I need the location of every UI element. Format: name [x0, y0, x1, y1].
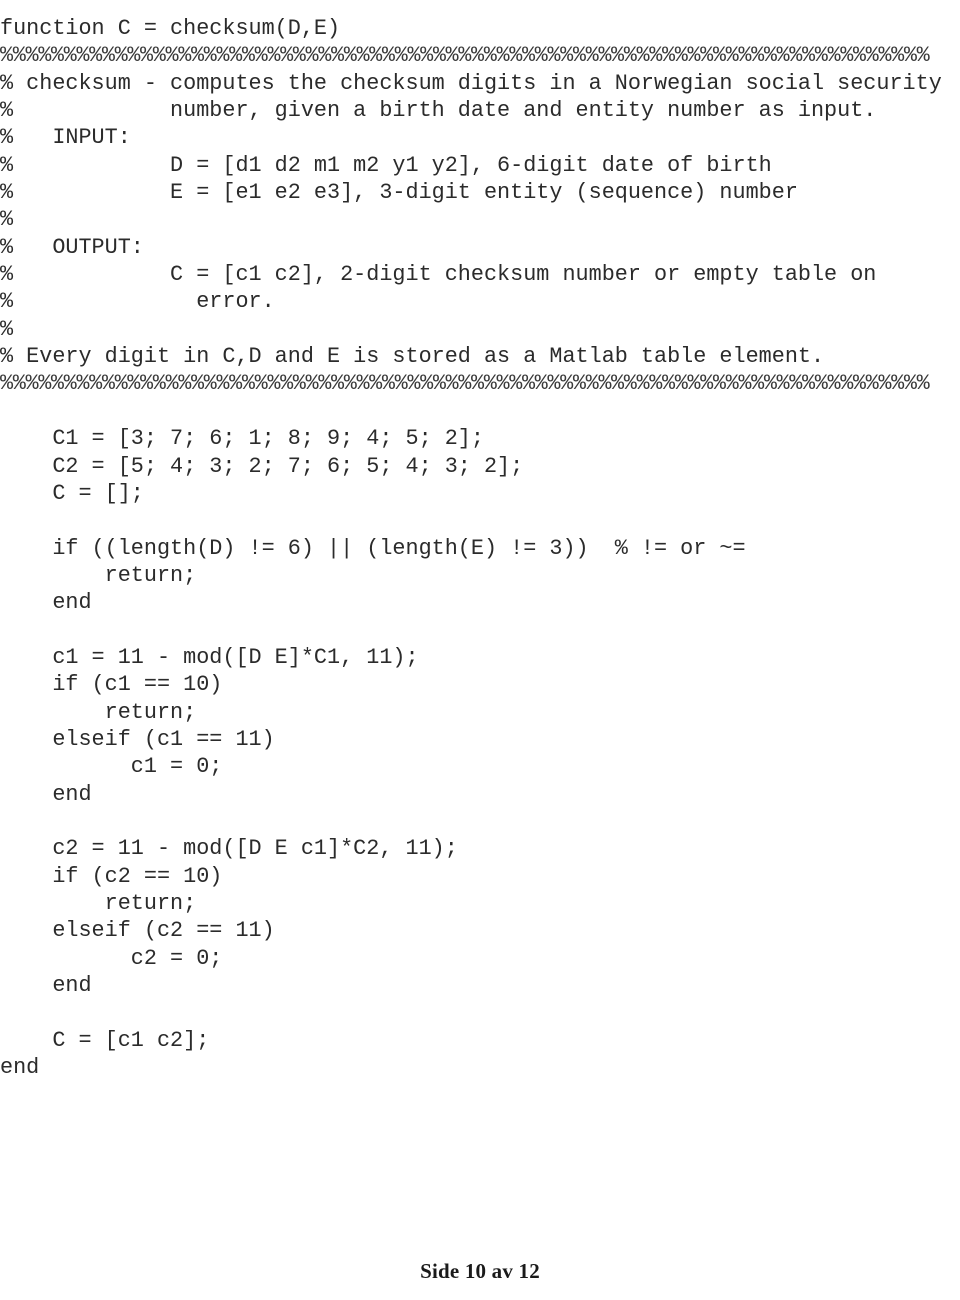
code-line: elseif (c1 == 11): [0, 726, 275, 752]
code-line: c2 = 11 - mod([D E c1]*C2, 11);: [0, 836, 458, 862]
code-line: if ((length(D) != 6) || (length(E) != 3)…: [0, 535, 746, 561]
code-line: c1 = 11 - mod([D E]*C1, 11);: [0, 644, 419, 670]
code-line: function C = checksum(D,E): [0, 16, 341, 41]
code-line: end: [0, 781, 92, 807]
code-line: if (c1 == 10): [0, 672, 223, 698]
code-line: % error.: [0, 289, 275, 315]
code-line: return;: [0, 891, 197, 916]
page-number-label: Side 10 av 12: [420, 1258, 540, 1283]
document-page: function C = checksum(D,E)%%%%%%%%%%%%%%…: [0, 0, 960, 1300]
code-line: % number, given a birth date and entity …: [0, 98, 877, 124]
code-line: return;: [0, 699, 197, 725]
code-line: % E = [e1 e2 e3], 3-digit entity (sequen…: [0, 180, 798, 206]
code-line: end: [0, 1055, 40, 1081]
code-line: % C = [c1 c2], 2-digit checksum number o…: [0, 262, 877, 288]
code-listing: function C = checksum(D,E)%%%%%%%%%%%%%%…: [0, 13, 960, 1081]
code-line: C = [];: [0, 480, 144, 506]
code-line: c2 = 0;: [0, 945, 223, 971]
code-line: c1 = 0;: [0, 754, 223, 780]
code-line: end: [0, 590, 92, 616]
code-line: return;: [0, 562, 197, 588]
code-line: %: [0, 316, 14, 342]
code-line: % OUTPUT:: [0, 234, 144, 260]
code-line: % Every digit in C,D and E is stored as …: [0, 344, 825, 370]
code-line: % D = [d1 d2 m1 m2 y1 y2], 6-digit date …: [0, 152, 772, 178]
code-line: C1 = [3; 7; 6; 1; 8; 9; 4; 5; 2];: [0, 426, 484, 452]
code-line: % INPUT:: [0, 125, 131, 151]
code-line: %%%%%%%%%%%%%%%%%%%%%%%%%%%%%%%%%%%%%%%%…: [0, 371, 930, 397]
code-line: % checksum - computes the checksum digit…: [0, 70, 942, 96]
code-line: if (c2 == 10): [0, 863, 223, 889]
code-line: elseif (c2 == 11): [0, 918, 275, 944]
code-line: %: [0, 207, 14, 233]
code-line: C = [c1 c2];: [0, 1027, 210, 1053]
code-line: end: [0, 973, 92, 999]
code-line: %%%%%%%%%%%%%%%%%%%%%%%%%%%%%%%%%%%%%%%%…: [0, 43, 930, 69]
code-line: C2 = [5; 4; 3; 2; 7; 6; 5; 4; 3; 2];: [0, 453, 524, 479]
page-footer: Side 10 av 12: [0, 1242, 960, 1300]
